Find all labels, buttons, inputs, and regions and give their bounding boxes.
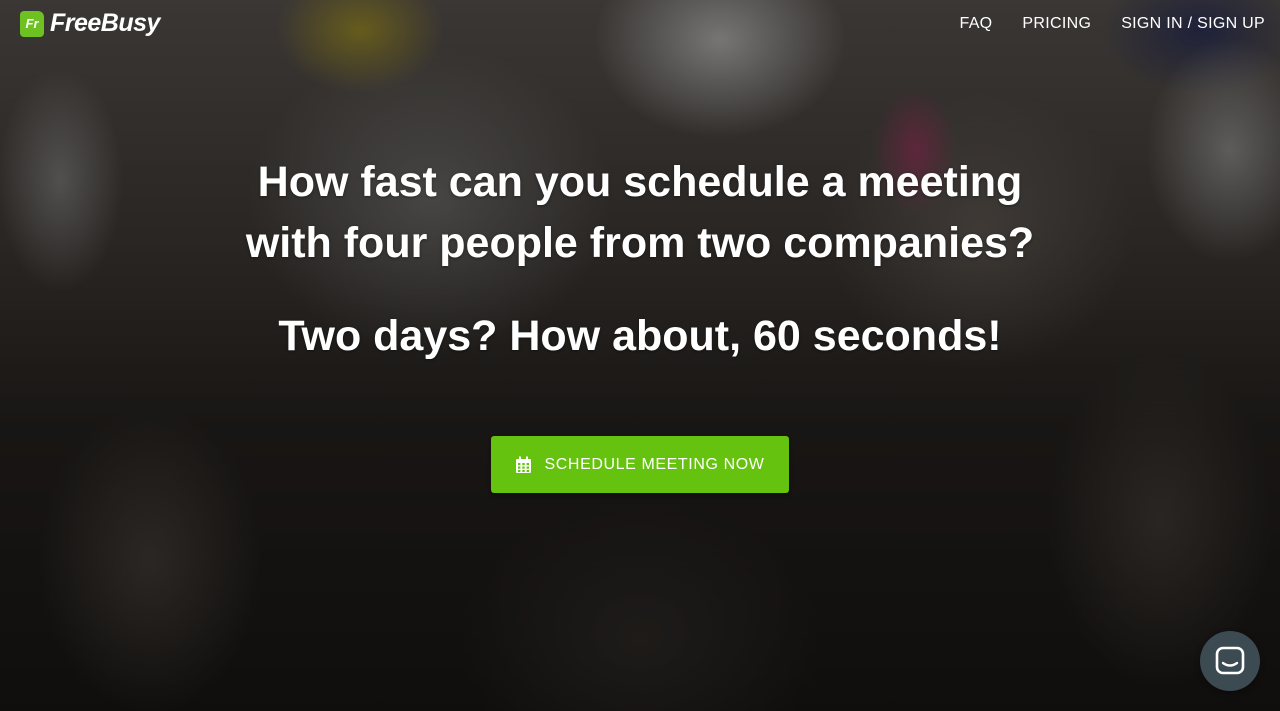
nav-faq-link[interactable]: FAQ <box>960 15 993 33</box>
headline-line-2: with four people from two companies? <box>245 219 1035 267</box>
logo-text: FreeBusy <box>50 9 160 37</box>
chat-icon <box>1215 646 1245 675</box>
schedule-meeting-label: SCHEDULE MEETING NOW <box>544 455 765 473</box>
hero-headline: How fast can you schedule a meeting with… <box>0 152 1280 274</box>
freebusy-logo[interactable]: Fr FreeBusy <box>20 9 160 38</box>
hero-section: Fr FreeBusy FAQ PRICING SIGN IN / SIGN U… <box>0 0 1280 711</box>
hero-subheadline: Two days? How about, 60 seconds! <box>278 312 1002 360</box>
chat-launcher[interactable] <box>1200 631 1260 691</box>
headline-line-1: How fast can you schedule a meeting <box>257 158 1023 206</box>
nav-links: FAQ PRICING SIGN IN / SIGN UP <box>960 15 1266 33</box>
logo-mark-icon: Fr <box>20 10 44 37</box>
schedule-meeting-button[interactable]: SCHEDULE MEETING NOW <box>491 436 789 493</box>
top-nav: Fr FreeBusy FAQ PRICING SIGN IN / SIGN U… <box>0 0 1280 50</box>
calendar-icon <box>516 456 532 473</box>
nav-sign-in-link[interactable]: SIGN IN / SIGN UP <box>1121 15 1265 33</box>
nav-pricing-link[interactable]: PRICING <box>1022 15 1091 33</box>
